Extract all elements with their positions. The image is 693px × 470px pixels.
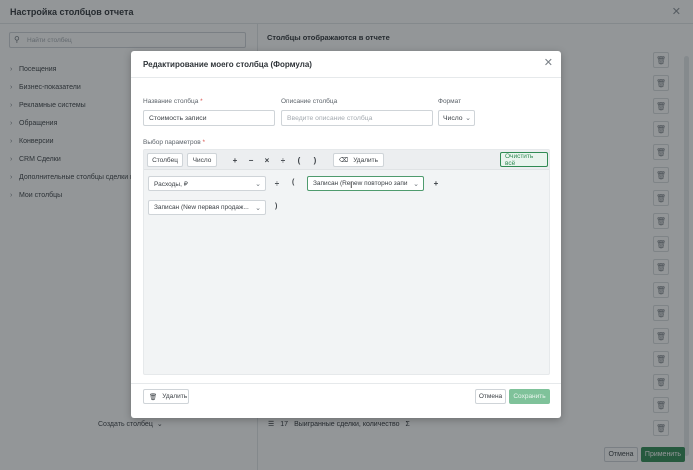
chevron-down-icon: ⌄ [413, 180, 419, 188]
divide-operator-button[interactable]: ÷ [277, 154, 289, 166]
open-paren-button[interactable]: ( [293, 154, 305, 166]
formula-column-chip[interactable]: Записан (New первая продаж... ⌄ [148, 200, 266, 215]
params-label: Выбор параметров * [143, 139, 206, 146]
minus-operator-button[interactable]: − [245, 154, 257, 166]
close-paren-button[interactable]: ) [309, 154, 321, 166]
add-number-button[interactable]: Число [187, 153, 217, 167]
clear-all-button[interactable]: Очистить всё [500, 152, 548, 167]
column-name-label: Название столбца * [143, 98, 203, 105]
column-description-label: Описание столбца [281, 98, 338, 105]
formula-toolbar: Столбец Число + − × ÷ ( ) ⌫ Удалить Очис… [144, 150, 549, 170]
chevron-down-icon: ⌄ [255, 204, 261, 212]
text-cursor-icon: I [350, 180, 353, 190]
formula-column-chip-active[interactable]: Записан (Renew повторно запи ⌄ [307, 176, 424, 191]
chevron-down-icon: ⌄ [255, 180, 261, 188]
dialog-cancel-button[interactable]: Отмена [475, 389, 506, 404]
column-description-input[interactable]: Введите описание столбца [281, 110, 433, 126]
delete-column-button[interactable]: 🗑 Удалить [143, 389, 189, 404]
formula-operator-token[interactable]: ÷ [271, 177, 283, 189]
format-select[interactable]: Число ⌄ [438, 110, 475, 126]
delete-token-button[interactable]: ⌫ Удалить [333, 153, 384, 167]
chevron-down-icon: ⌄ [465, 115, 471, 122]
formula-close-paren[interactable]: ) [275, 203, 277, 210]
plus-operator-button[interactable]: + [229, 154, 241, 166]
add-column-button[interactable]: Столбец [147, 153, 183, 167]
dialog-header: Редактирование моего столбца (Формула) ✕ [131, 51, 561, 78]
multiply-operator-button[interactable]: × [261, 154, 273, 166]
trash-icon: 🗑 [149, 393, 158, 401]
dialog-title: Редактирование моего столбца (Формула) [143, 60, 312, 69]
backspace-icon: ⌫ [338, 157, 349, 164]
formula-column-chip[interactable]: Расходы, ₽ ⌄ [148, 176, 266, 191]
close-icon[interactable]: ✕ [544, 56, 553, 69]
edit-formula-column-dialog: Редактирование моего столбца (Формула) ✕… [131, 51, 561, 418]
format-label: Формат [438, 98, 462, 105]
dialog-save-button[interactable]: Сохранить [509, 389, 550, 404]
formula-open-paren[interactable]: ( [292, 179, 294, 186]
add-token-button[interactable]: + [430, 177, 442, 189]
formula-builder: Столбец Число + − × ÷ ( ) ⌫ Удалить Очис… [143, 149, 550, 375]
column-name-input[interactable]: Стоимость записи [143, 110, 275, 126]
